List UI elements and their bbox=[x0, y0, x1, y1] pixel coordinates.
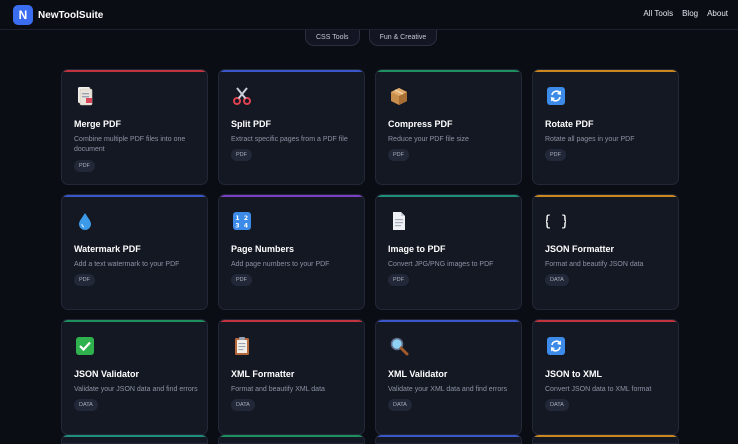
tool-description: Convert JSON data to XML format bbox=[545, 386, 652, 393]
nav-about[interactable]: About bbox=[707, 9, 728, 18]
tool-grid: Merge PDF Combine multiple PDF files into… bbox=[61, 69, 679, 435]
tool-card-json-validator[interactable]: JSON Validator Validate your JSON data an… bbox=[61, 319, 208, 435]
tool-title: XML Formatter bbox=[231, 369, 295, 379]
next-row-cards bbox=[61, 434, 679, 444]
clipboard-icon bbox=[232, 336, 252, 356]
svg-text:3: 3 bbox=[235, 223, 239, 230]
svg-text:1: 1 bbox=[235, 215, 239, 222]
tool-title: Watermark PDF bbox=[74, 244, 141, 254]
tool-card-page-numbers[interactable]: 1 2 3 4 Page Numbers Add page numbers to your… bbox=[218, 194, 365, 310]
category-tag: PDF bbox=[388, 274, 409, 286]
category-tag: PDF bbox=[74, 160, 95, 172]
tool-title: Image to PDF bbox=[388, 244, 446, 254]
scissors-icon bbox=[232, 86, 252, 106]
category-tag: PDF bbox=[231, 149, 252, 161]
category-chip-css-tools[interactable]: CSS Tools bbox=[305, 30, 360, 46]
tool-description: Combine multiple PDF files into one docu… bbox=[74, 136, 186, 153]
tool-description: Convert JPG/PNG images to PDF bbox=[388, 261, 494, 268]
svg-text:2: 2 bbox=[244, 215, 248, 222]
category-tag: DATA bbox=[545, 274, 569, 286]
braces-icon: { } bbox=[546, 211, 566, 231]
tool-description: Add a text watermark to your PDF bbox=[74, 261, 180, 268]
tool-title: XML Validator bbox=[388, 369, 448, 379]
category-chip-fun-creative[interactable]: Fun & Creative bbox=[368, 30, 438, 46]
category-tag: DATA bbox=[388, 399, 412, 411]
check-icon bbox=[75, 336, 95, 356]
tool-card-partial[interactable] bbox=[532, 434, 679, 444]
tool-title: JSON Validator bbox=[74, 369, 140, 379]
tool-description: Reduce your PDF file size bbox=[388, 136, 469, 143]
tool-card-watermark-pdf[interactable]: Watermark PDF Add a text watermark to you… bbox=[61, 194, 208, 310]
package-icon bbox=[389, 86, 409, 106]
category-tag: DATA bbox=[231, 399, 255, 411]
rotate-icon bbox=[546, 86, 566, 106]
tool-description: Validate your JSON data and find errors bbox=[74, 386, 198, 393]
tool-card-compress-pdf[interactable]: Compress PDF Reduce your PDF file size PDF bbox=[375, 69, 522, 185]
tool-card-rotate-pdf[interactable]: Rotate PDF Rotate all pages in your PDF PD… bbox=[532, 69, 679, 185]
category-tag: DATA bbox=[545, 399, 569, 411]
nav-blog[interactable]: Blog bbox=[682, 9, 698, 18]
tool-card-partial[interactable] bbox=[218, 434, 365, 444]
tool-description: Format and beautify XML data bbox=[231, 386, 325, 393]
tool-card-partial[interactable] bbox=[375, 434, 522, 444]
svg-text:4: 4 bbox=[244, 223, 248, 230]
tool-title: Rotate PDF bbox=[545, 119, 594, 129]
tool-title: Split PDF bbox=[231, 119, 271, 129]
tool-card-split-pdf[interactable]: Split PDF Extract specific pages from a P… bbox=[218, 69, 365, 185]
tool-card-merge-pdf[interactable]: Merge PDF Combine multiple PDF files into… bbox=[61, 69, 208, 185]
tool-card-image-to-pdf[interactable]: Image to PDF Convert JPG/PNG images to PD… bbox=[375, 194, 522, 310]
magnifier-icon bbox=[389, 336, 409, 356]
tool-card-xml-validator[interactable]: XML Validator Validate your XML data and … bbox=[375, 319, 522, 435]
main-nav: All Tools Blog About bbox=[643, 9, 728, 18]
tool-description: Add page numbers to your PDF bbox=[231, 261, 330, 268]
tool-card-json-to-xml[interactable]: JSON to XML Convert JSON data to XML form… bbox=[532, 319, 679, 435]
numbers-icon: 1234 bbox=[232, 211, 252, 231]
brand-logo: N bbox=[13, 5, 33, 25]
tool-title: JSON to XML bbox=[545, 369, 603, 379]
category-tag: PDF bbox=[74, 274, 95, 286]
tool-description: Rotate all pages in your PDF bbox=[545, 136, 635, 143]
category-filter: CSS Tools Fun & Creative bbox=[305, 30, 438, 46]
category-tag: PDF bbox=[388, 149, 409, 161]
tool-title: Page Numbers bbox=[231, 244, 295, 254]
convert-icon bbox=[546, 336, 566, 356]
category-tag: PDF bbox=[545, 149, 566, 161]
tool-description: Extract specific pages from a PDF file bbox=[231, 136, 348, 143]
tool-title: JSON Formatter bbox=[545, 244, 615, 254]
tool-card-json-formatter[interactable]: { } JSON Formatter Format and beautify JSO… bbox=[532, 194, 679, 310]
brand-link[interactable]: N NewToolSuite bbox=[13, 5, 103, 25]
top-navigation-bar: N NewToolSuite All Tools Blog About bbox=[0, 0, 738, 30]
tool-card-xml-formatter[interactable]: XML Formatter Format and beautify XML dat… bbox=[218, 319, 365, 435]
tool-title: Compress PDF bbox=[388, 119, 453, 129]
svg-text:{ }: { } bbox=[546, 212, 566, 230]
document-merge-icon bbox=[75, 86, 95, 106]
brand-name: NewToolSuite bbox=[38, 9, 104, 21]
droplet-icon bbox=[75, 211, 95, 231]
tool-description: Format and beautify JSON data bbox=[545, 261, 644, 268]
tool-description: Validate your XML data and find errors bbox=[388, 386, 508, 393]
category-tag: PDF bbox=[231, 274, 252, 286]
page-icon bbox=[389, 211, 409, 231]
nav-all-tools[interactable]: All Tools bbox=[643, 9, 673, 18]
tool-card-partial[interactable] bbox=[61, 434, 208, 444]
category-tag: DATA bbox=[74, 399, 98, 411]
tool-title: Merge PDF bbox=[74, 119, 122, 129]
